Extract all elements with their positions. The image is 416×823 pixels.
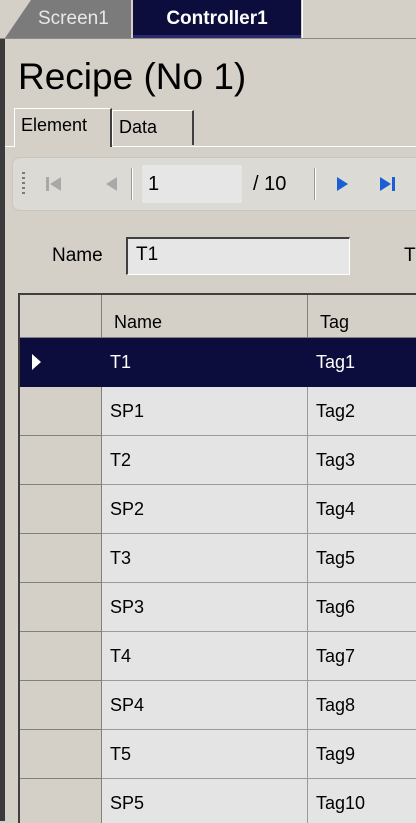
cell-tag[interactable]: Tag5: [308, 534, 416, 583]
table-row[interactable]: SP1 Tag2: [20, 387, 416, 436]
table-row[interactable]: T4 Tag7: [20, 632, 416, 681]
table-row[interactable]: SP2 Tag4: [20, 485, 416, 534]
table-row[interactable]: T1 Tag1: [20, 338, 416, 387]
name-field-label: Name: [52, 245, 103, 266]
position-input[interactable]: 1: [142, 165, 242, 203]
row-selector[interactable]: [20, 534, 102, 583]
toolbar-grip[interactable]: [22, 172, 25, 196]
recipe-element-grid: Name Tag T1 Tag1 SP1 Tag2 T2 Tag3 SP2 Ta…: [18, 293, 416, 823]
row-selector[interactable]: [20, 436, 102, 485]
current-row-icon: [32, 354, 41, 370]
row-selector[interactable]: [20, 681, 102, 730]
tab-data[interactable]: Data: [112, 110, 194, 145]
cell-tag[interactable]: Tag8: [308, 681, 416, 730]
tab-controller1[interactable]: Controller1: [133, 0, 301, 38]
tab-strip-empty: [302, 0, 416, 38]
grid-header: Name Tag: [20, 295, 416, 338]
move-previous-icon[interactable]: [99, 171, 125, 197]
document-tabs: Screen1 Controller1: [0, 0, 416, 39]
cell-tag[interactable]: Tag7: [308, 632, 416, 681]
cell-tag[interactable]: Tag1: [308, 338, 416, 387]
row-selector[interactable]: [20, 583, 102, 632]
row-selector[interactable]: [20, 779, 102, 823]
window-left-border: [0, 0, 5, 821]
row-header-corner[interactable]: [20, 295, 102, 338]
table-row[interactable]: SP5 Tag10: [20, 779, 416, 823]
row-selector[interactable]: [20, 632, 102, 681]
table-row[interactable]: SP3 Tag6: [20, 583, 416, 632]
cell-tag[interactable]: Tag3: [308, 436, 416, 485]
tag-field-label: T: [404, 245, 416, 266]
table-row[interactable]: T5 Tag9: [20, 730, 416, 779]
record-count-label: / 10: [253, 173, 287, 195]
tab-element[interactable]: Element: [14, 108, 112, 147]
cell-tag[interactable]: Tag2: [308, 387, 416, 436]
page-title: Recipe (No 1): [18, 56, 247, 97]
move-next-icon[interactable]: [329, 171, 355, 197]
row-selector[interactable]: [20, 338, 102, 387]
record-navigator: 1 / 10: [12, 157, 416, 211]
cell-name[interactable]: SP1: [102, 387, 308, 436]
cell-name[interactable]: T3: [102, 534, 308, 583]
cell-name[interactable]: T5: [102, 730, 308, 779]
cell-name[interactable]: SP2: [102, 485, 308, 534]
name-field[interactable]: T1: [126, 237, 350, 275]
cell-tag[interactable]: Tag9: [308, 730, 416, 779]
cell-name[interactable]: T2: [102, 436, 308, 485]
cell-name[interactable]: SP4: [102, 681, 308, 730]
move-first-icon[interactable]: [41, 171, 67, 197]
cell-name[interactable]: T4: [102, 632, 308, 681]
cell-tag[interactable]: Tag10: [308, 779, 416, 823]
cell-name[interactable]: T1: [102, 338, 308, 387]
table-row[interactable]: T3 Tag5: [20, 534, 416, 583]
column-header-tag[interactable]: Tag: [308, 295, 416, 338]
cell-tag[interactable]: Tag4: [308, 485, 416, 534]
cell-tag[interactable]: Tag6: [308, 583, 416, 632]
table-row[interactable]: SP4 Tag8: [20, 681, 416, 730]
cell-name[interactable]: SP5: [102, 779, 308, 823]
row-selector[interactable]: [20, 387, 102, 436]
column-header-name[interactable]: Name: [102, 295, 308, 338]
row-selector[interactable]: [20, 730, 102, 779]
cell-name[interactable]: SP3: [102, 583, 308, 632]
table-row[interactable]: T2 Tag3: [20, 436, 416, 485]
row-selector[interactable]: [20, 485, 102, 534]
move-last-icon[interactable]: [375, 171, 401, 197]
